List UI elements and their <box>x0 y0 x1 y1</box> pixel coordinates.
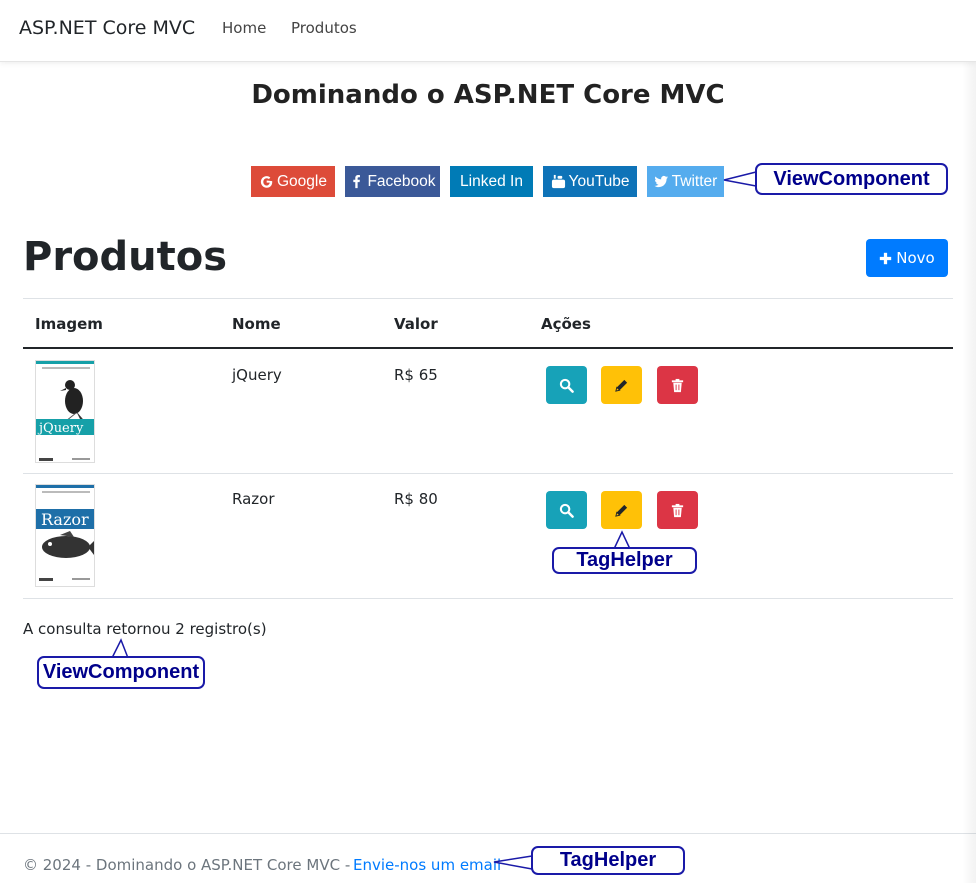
new-product-button[interactable]: Novo <box>866 239 948 277</box>
page-heading: Produtos <box>23 234 228 280</box>
table-header-border <box>23 347 953 349</box>
product-value: R$ 65 <box>394 366 438 384</box>
nav-link-produtos[interactable]: Produtos <box>291 19 357 37</box>
product-name: jQuery <box>232 366 282 384</box>
jquery-cover-title: jQuery <box>37 421 84 436</box>
google-icon <box>260 176 273 188</box>
facebook-icon <box>353 174 361 189</box>
annotation-taghelper-actions: TagHelper <box>552 547 697 574</box>
annotation-viewcomponent-count: ViewComponent <box>37 656 205 689</box>
header-valor: Valor <box>394 315 438 333</box>
youtube-label: YouTube <box>568 172 630 190</box>
edit-button[interactable] <box>601 491 642 529</box>
callout-pointers <box>111 171 757 870</box>
navbar-brand[interactable]: ASP.NET Core MVC <box>19 17 195 39</box>
google-button[interactable]: Google <box>251 166 335 197</box>
twitter-button[interactable]: Twitter <box>647 166 724 197</box>
view-button[interactable] <box>546 491 587 529</box>
search-icon <box>559 378 574 393</box>
product-image-jquery: jQuery <box>35 360 95 463</box>
table-top-border <box>23 298 953 299</box>
facebook-label: Facebook <box>367 172 436 190</box>
row-divider <box>23 473 953 474</box>
plus-icon <box>880 252 892 264</box>
youtube-button[interactable]: YouTube <box>543 166 637 197</box>
youtube-icon <box>551 174 565 189</box>
new-product-label: Novo <box>896 249 935 267</box>
nav-link-home[interactable]: Home <box>222 19 266 37</box>
result-count: A consulta retornou 2 registro(s) <box>23 620 267 638</box>
facebook-button[interactable]: Facebook <box>345 166 440 197</box>
pencil-icon <box>615 504 628 517</box>
razor-cover-title: Razor <box>41 510 89 529</box>
header-imagem: Imagem <box>35 315 103 333</box>
trash-icon <box>671 378 684 392</box>
delete-button[interactable] <box>657 366 698 404</box>
product-value: R$ 80 <box>394 490 438 508</box>
table-bottom-border <box>23 598 953 599</box>
annotation-viewcomponent-social: ViewComponent <box>755 163 948 195</box>
edit-button[interactable] <box>601 366 642 404</box>
view-button[interactable] <box>546 366 587 404</box>
site-title: Dominando o ASP.NET Core MVC <box>251 80 725 110</box>
page-edge-shadow <box>962 62 976 883</box>
footer-email-link[interactable]: Envie-nos um email <box>353 856 501 874</box>
footer-copyright: © 2024 - Dominando o ASP.NET Core MVC - <box>23 856 351 874</box>
product-image-razor: Razor <box>35 484 95 587</box>
twitter-icon <box>654 175 668 188</box>
annotation-taghelper-footer: TagHelper <box>531 846 685 875</box>
linkedin-button[interactable]: Linked In <box>450 166 533 197</box>
header-acoes: Ações <box>541 315 591 333</box>
pencil-icon <box>615 379 628 392</box>
delete-button[interactable] <box>657 491 698 529</box>
linkedin-label: Linked In <box>460 172 523 190</box>
trash-icon <box>671 503 684 517</box>
search-icon <box>559 503 574 518</box>
product-name: Razor <box>232 490 275 508</box>
header-nome: Nome <box>232 315 281 333</box>
navbar: ASP.NET Core MVC Home Produtos <box>0 0 976 62</box>
google-label: Google <box>277 172 327 190</box>
twitter-label: Twitter <box>671 172 718 190</box>
